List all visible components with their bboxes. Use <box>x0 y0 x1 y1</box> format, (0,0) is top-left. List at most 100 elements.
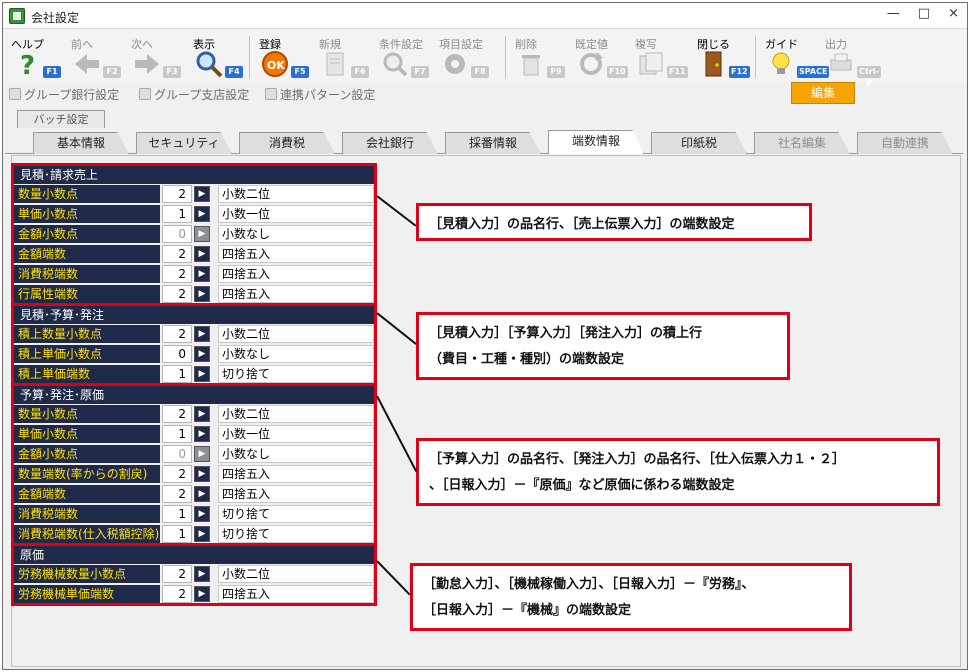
setting-value-input[interactable]: 2 <box>162 285 192 303</box>
setting-value-input[interactable]: 2 <box>162 185 192 203</box>
setting-value-input[interactable]: 0 <box>162 225 192 243</box>
item-button[interactable]: 項目設定 F8 <box>435 32 495 80</box>
new-button[interactable]: 新規 F6 <box>315 32 375 80</box>
tab-6[interactable]: 印紙税 <box>651 132 747 154</box>
help-button[interactable]: ヘルプ? F1 <box>7 32 67 81</box>
tab-row: 基本情報 セキュリティ 消費税 会社銀行 採番情報 端数情報 印紙税 社名編集 自動連携 <box>5 128 963 154</box>
gear-icon <box>441 50 469 78</box>
setting-label: 消費税端数 <box>14 265 160 283</box>
setting-row: 数量端数(率からの割戻) 2 ▶ 四捨五入 <box>14 464 374 484</box>
dropdown-arrow-icon[interactable]: ▶ <box>194 366 210 382</box>
dropdown-arrow-icon[interactable]: ▶ <box>194 186 210 202</box>
help-shortcut-key: F1 <box>43 66 61 78</box>
setting-value-input[interactable]: 2 <box>162 585 192 603</box>
setting-label: 金額端数 <box>14 245 160 263</box>
dropdown-arrow-icon[interactable]: ▶ <box>194 326 210 342</box>
edit-button[interactable]: 編集 <box>791 82 855 104</box>
dropdown-arrow-icon[interactable]: ▶ <box>194 406 210 422</box>
setting-label: 単価小数点 <box>14 425 160 443</box>
dropdown-arrow-icon[interactable]: ▶ <box>194 426 210 442</box>
ok-icon: OK <box>261 50 289 78</box>
section-header: 見積･請求売上 <box>14 166 374 184</box>
printer-icon <box>827 50 855 78</box>
setting-label: 労務機械単価端数 <box>14 585 160 603</box>
dropdown-arrow-icon[interactable]: ▶ <box>194 206 210 222</box>
setting-value-input[interactable]: 2 <box>162 245 192 263</box>
setting-value-input[interactable]: 1 <box>162 505 192 523</box>
dropdown-arrow-icon[interactable]: ▶ <box>194 266 210 282</box>
dropdown-arrow-icon[interactable]: ▶ <box>194 226 210 242</box>
dropdown-arrow-icon[interactable]: ▶ <box>194 526 210 542</box>
cond-button[interactable]: 条件設定 F7 <box>375 32 435 80</box>
setting-value-input[interactable]: 1 <box>162 525 192 543</box>
setting-row: 労務機械単価端数 2 ▶ 四捨五入 <box>14 584 374 604</box>
link-icon <box>265 88 277 100</box>
setting-value-input[interactable]: 0 <box>162 445 192 463</box>
setting-label: 金額端数 <box>14 485 160 503</box>
setting-value-input[interactable]: 1 <box>162 205 192 223</box>
display-button[interactable]: 表示 F4 <box>189 32 249 80</box>
setting-description: 小数二位 <box>218 325 374 343</box>
guide-button[interactable]: ガイド SPACE <box>761 32 830 80</box>
setting-row: 単価小数点 1 ▶ 小数一位 <box>14 204 374 224</box>
setting-row: 消費税端数(仕入税額控除) 1 ▶ 切り捨て <box>14 524 374 544</box>
copy-button[interactable]: 複写 F11 <box>631 32 691 80</box>
tab-2[interactable]: 消費税 <box>239 132 335 154</box>
next-button[interactable]: 次へ F3 <box>127 32 187 80</box>
setting-label: 金額小数点 <box>14 445 160 463</box>
dropdown-arrow-icon[interactable]: ▶ <box>194 586 210 602</box>
link-pattern-settings-button[interactable]: 連携パターン設定 <box>265 85 375 103</box>
refresh-icon <box>577 50 605 78</box>
setting-label: 単価小数点 <box>14 205 160 223</box>
group-branch-settings-button[interactable]: グループ支店設定 <box>139 85 249 103</box>
dropdown-arrow-icon[interactable]: ▶ <box>194 566 210 582</box>
maximize-icon[interactable]: □ <box>918 6 930 21</box>
setting-label: 積上単価端数 <box>14 365 160 383</box>
bank-icon <box>9 88 21 100</box>
lightbulb-icon <box>767 50 795 78</box>
setting-value-input[interactable]: 2 <box>162 405 192 423</box>
tab-0[interactable]: 基本情報 <box>33 132 129 154</box>
tab-1[interactable]: セキュリティ <box>136 132 232 154</box>
setting-row: 金額小数点 0 ▶ 小数なし <box>14 224 374 244</box>
tab-4[interactable]: 採番情報 <box>445 132 541 154</box>
tab-3[interactable]: 会社銀行 <box>342 132 438 154</box>
output-button[interactable]: 出力 Ctrl-P <box>821 32 881 88</box>
close-button[interactable]: 閉じる F12 <box>693 32 753 80</box>
annotation-callout: ［見積入力］［予算入力］［発注入力］の積上行 （費目・工種・種別）の端数設定 <box>416 312 790 380</box>
section-header: 見積･予算･発注 <box>14 306 374 324</box>
dropdown-arrow-icon[interactable]: ▶ <box>194 346 210 362</box>
tab-5[interactable]: 端数情報 <box>548 130 644 154</box>
setting-value-input[interactable]: 2 <box>162 265 192 283</box>
dropdown-arrow-icon[interactable]: ▶ <box>194 286 210 302</box>
dropdown-arrow-icon[interactable]: ▶ <box>194 246 210 262</box>
callout-text-line: ［見積入力］［予算入力］［発注入力］の積上行 <box>429 326 703 341</box>
dropdown-arrow-icon[interactable]: ▶ <box>194 506 210 522</box>
group-bank-settings-label: グループ銀行設定 <box>24 87 120 102</box>
setting-value-input[interactable]: 2 <box>162 465 192 483</box>
app-icon <box>9 8 25 24</box>
minimize-icon[interactable]: — <box>887 6 900 21</box>
callout-text-line: ［日報入力］－『機械』の端数設定 <box>423 603 632 618</box>
setting-value-input[interactable]: 2 <box>162 325 192 343</box>
setting-row: 積上単価小数点 0 ▶ 小数なし <box>14 344 374 364</box>
search-gear-icon <box>381 50 409 78</box>
setting-value-input[interactable]: 2 <box>162 485 192 503</box>
setting-value-input[interactable]: 2 <box>162 565 192 583</box>
register-button[interactable]: 登録 OK F5 <box>255 32 315 80</box>
setting-value-input[interactable]: 1 <box>162 365 192 383</box>
dropdown-arrow-icon[interactable]: ▶ <box>194 486 210 502</box>
dropdown-arrow-icon[interactable]: ▶ <box>194 446 210 462</box>
dropdown-arrow-icon[interactable]: ▶ <box>194 466 210 482</box>
tab-batch-settings[interactable]: バッチ設定 <box>17 110 105 128</box>
annotation-callout: ［勤怠入力］、［機械稼働入力］、［日報入力］－『労務』、 ［日報入力］－『機械』の… <box>410 563 852 631</box>
group-bank-settings-button[interactable]: グループ銀行設定 <box>9 85 119 103</box>
setting-value-input[interactable]: 1 <box>162 425 192 443</box>
delete-button[interactable]: 削除 F9 <box>511 32 571 80</box>
close-window-icon[interactable]: × <box>948 6 959 21</box>
trash-icon <box>517 50 545 78</box>
setting-row: 金額小数点 0 ▶ 小数なし <box>14 444 374 464</box>
prev-button[interactable]: 前へ F2 <box>67 32 127 80</box>
default-button[interactable]: 既定値 F10 <box>571 32 631 80</box>
setting-value-input[interactable]: 0 <box>162 345 192 363</box>
